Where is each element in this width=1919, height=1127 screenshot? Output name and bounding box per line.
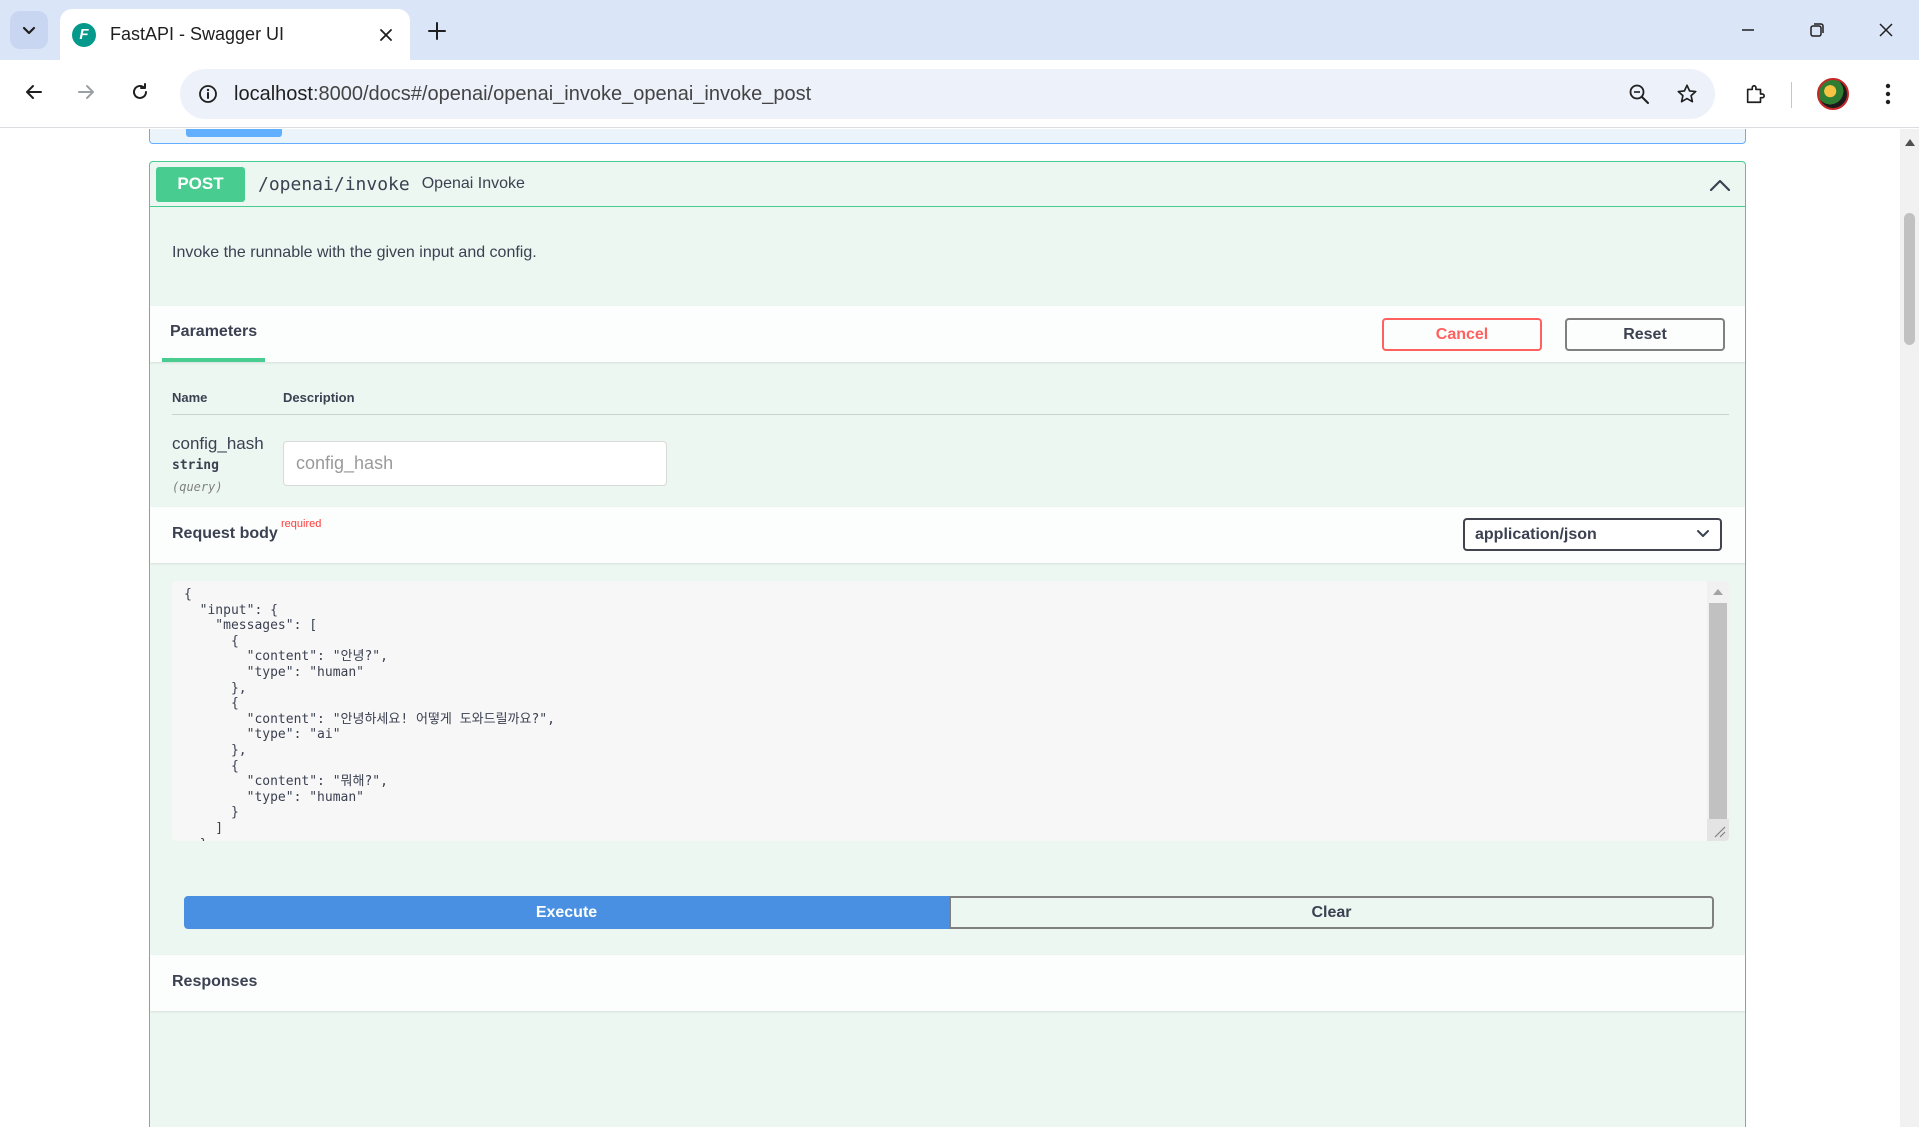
page-viewport: POST /openai/invoke Openai Invoke Invoke…: [0, 129, 1900, 1127]
opblock-summary[interactable]: POST /openai/invoke Openai Invoke: [150, 162, 1745, 207]
opblock-post-openai-invoke: POST /openai/invoke Openai Invoke Invoke…: [149, 161, 1746, 1127]
request-body-title: Request body: [172, 525, 278, 542]
avatar[interactable]: [1813, 74, 1853, 114]
resize-handle[interactable]: [1707, 819, 1729, 841]
param-name: config_hash: [172, 434, 264, 453]
execute-button[interactable]: Execute: [184, 896, 949, 929]
site-info-icon[interactable]: [192, 78, 224, 110]
operation-description: Invoke the runnable with the given input…: [172, 244, 537, 261]
toolbar-separator: [1791, 82, 1792, 108]
param-type: string: [172, 458, 219, 473]
param-location: (query): [172, 480, 223, 494]
reset-button[interactable]: Reset: [1565, 318, 1725, 351]
column-header-description: Description: [283, 390, 355, 405]
operation-summary: Openai Invoke: [421, 175, 525, 192]
address-bar[interactable]: localhost:8000/docs#/openai/openai_invok…: [180, 69, 1715, 119]
fastapi-favicon-icon: F: [72, 22, 96, 47]
menu-icon[interactable]: [1868, 74, 1908, 114]
request-body-header: Request body required application/json: [150, 507, 1745, 563]
tab-title: FastAPI - Swagger UI: [110, 24, 285, 44]
editor-scrollbar[interactable]: [1707, 581, 1729, 841]
forward-icon[interactable]: [66, 72, 106, 112]
reload-icon[interactable]: [120, 72, 160, 112]
zoom-icon[interactable]: [1619, 74, 1659, 114]
chevron-down-icon: [1696, 526, 1710, 544]
back-icon[interactable]: [14, 72, 54, 112]
plus-icon[interactable]: [420, 14, 454, 48]
tab-search-icon[interactable]: [10, 11, 48, 49]
browser-tab-active[interactable]: F FastAPI - Swagger UI: [60, 9, 410, 60]
responses-header: Responses: [150, 955, 1745, 1011]
divider: [172, 414, 1729, 415]
request-body-json[interactable]: { "input": { "messages": [ { "content": …: [184, 587, 555, 841]
chevron-up-icon[interactable]: [1705, 170, 1735, 200]
responses-title: Responses: [172, 973, 258, 990]
config-hash-input[interactable]: [283, 441, 667, 486]
page-scrollbar[interactable]: [1900, 129, 1919, 1127]
restore-icon[interactable]: [1789, 8, 1845, 52]
minimize-icon[interactable]: [1720, 8, 1776, 52]
column-header-name: Name: [172, 390, 208, 405]
clear-button[interactable]: Clear: [949, 896, 1714, 929]
close-icon[interactable]: [374, 23, 398, 47]
browser-toolbar: localhost:8000/docs#/openai/openai_invok…: [0, 60, 1919, 128]
star-icon[interactable]: [1667, 74, 1707, 114]
url-text: localhost:8000/docs#/openai/openai_invok…: [234, 82, 812, 105]
method-badge: POST: [156, 166, 245, 202]
previous-opblock: [149, 129, 1746, 144]
content-type-select[interactable]: application/json: [1463, 518, 1722, 551]
tab-parameters[interactable]: Parameters: [162, 306, 266, 362]
browser-tab-bar: F FastAPI - Swagger UI: [0, 0, 1919, 60]
content-type-value: application/json: [1475, 525, 1597, 543]
extensions-icon[interactable]: [1735, 74, 1775, 114]
window-close-icon[interactable]: [1858, 8, 1914, 52]
parameters-header: Parameters Cancel Reset: [150, 306, 1745, 362]
cancel-button[interactable]: Cancel: [1382, 318, 1542, 351]
operation-path: /openai/invoke: [258, 173, 410, 195]
required-badge: required: [281, 518, 322, 530]
request-body-editor[interactable]: { "input": { "messages": [ { "content": …: [172, 581, 1729, 841]
